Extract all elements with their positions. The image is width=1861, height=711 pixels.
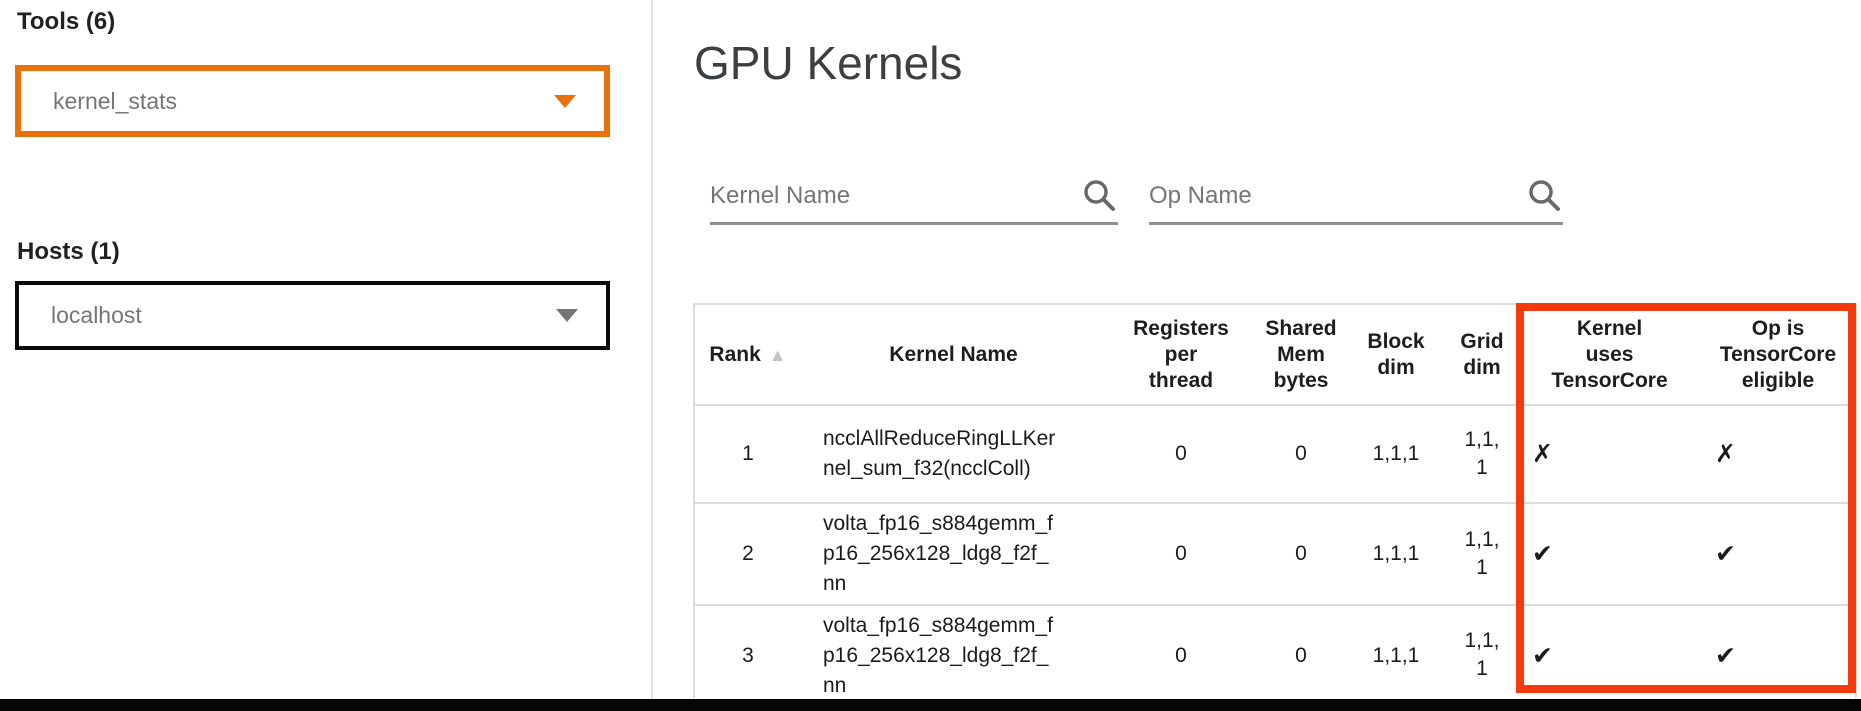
- registers-per-thread-cell: 0: [1106, 503, 1256, 605]
- page-title: GPU Kernels: [694, 36, 962, 90]
- kernel-name-filter-input[interactable]: [710, 182, 1072, 210]
- table-row: 1 ncclAllReduceRingLLKernel_sum_f32(nccl…: [694, 405, 1856, 503]
- sidebar-divider: [651, 0, 653, 699]
- hosts-label: Hosts (1): [17, 238, 120, 266]
- column-header-label: Kernel Name: [889, 342, 1017, 368]
- kernel-name-text: volta_fp16_s884gemm_fp16_256x128_ldg8_f2…: [823, 509, 1056, 599]
- column-header-label: Shared Mem bytes: [1261, 316, 1341, 394]
- column-header-kernel-name[interactable]: Kernel Name: [801, 304, 1106, 405]
- search-icon: [1080, 177, 1118, 215]
- dropdown-caret-icon: [554, 95, 576, 108]
- table-row: 2 volta_fp16_s884gemm_fp16_256x128_ldg8_…: [694, 503, 1856, 605]
- shared-mem-bytes-cell: 0: [1256, 605, 1346, 698]
- tools-label: Tools (6): [17, 8, 115, 36]
- column-header-label: Registers per thread: [1131, 316, 1231, 394]
- column-header-label: Kernel uses TensorCore: [1551, 316, 1669, 394]
- column-header-registers-per-thread[interactable]: Registers per thread: [1106, 304, 1256, 405]
- grid-dim-cell: 1,1,1: [1446, 503, 1518, 605]
- gpu-kernels-table: Rank ▲ Kernel Name Registers per thread S…: [693, 303, 1857, 698]
- rank-cell: 1: [694, 405, 801, 503]
- sort-ascending-icon: ▲: [769, 345, 787, 365]
- column-header-kernel-uses-tensorcore[interactable]: Kernel uses TensorCore: [1518, 304, 1701, 405]
- registers-per-thread-cell: 0: [1106, 605, 1256, 698]
- search-icon: [1525, 177, 1563, 215]
- hosts-dropdown-value: localhost: [51, 302, 142, 329]
- tools-dropdown[interactable]: kernel_stats: [15, 65, 610, 137]
- column-header-block-dim[interactable]: Block dim: [1346, 304, 1446, 405]
- kernel-name-cell: volta_fp16_s884gemm_fp16_256x128_ldg8_f2…: [801, 605, 1106, 698]
- op-is-tensorcore-eligible-cell: ✔: [1701, 605, 1856, 698]
- tools-dropdown-value: kernel_stats: [53, 88, 177, 115]
- rank-cell: 3: [694, 605, 801, 698]
- column-header-label: Rank: [709, 342, 760, 368]
- grid-dim-text: 1,1,1: [1462, 627, 1502, 683]
- op-name-filter-input[interactable]: [1149, 182, 1517, 210]
- bottom-bar: [0, 699, 1861, 711]
- rank-cell: 2: [694, 503, 801, 605]
- kernel-uses-tensorcore-cell: ✔: [1518, 503, 1701, 605]
- column-header-rank[interactable]: Rank ▲: [694, 304, 801, 405]
- shared-mem-bytes-cell: 0: [1256, 405, 1346, 503]
- op-is-tensorcore-eligible-cell: ✔: [1701, 503, 1856, 605]
- kernel-name-cell: ncclAllReduceRingLLKernel_sum_f32(ncclCo…: [801, 405, 1106, 503]
- grid-dim-text: 1,1,1: [1462, 526, 1502, 582]
- block-dim-cell: 1,1,1: [1346, 605, 1446, 698]
- kernel-name-filter[interactable]: [710, 170, 1118, 225]
- shared-mem-bytes-cell: 0: [1256, 503, 1346, 605]
- kernel-name-text: ncclAllReduceRingLLKernel_sum_f32(ncclCo…: [823, 424, 1056, 484]
- op-name-filter[interactable]: [1149, 170, 1563, 225]
- block-dim-cell: 1,1,1: [1346, 503, 1446, 605]
- column-header-grid-dim[interactable]: Grid dim: [1446, 304, 1518, 405]
- kernel-uses-tensorcore-cell: ✗: [1518, 405, 1701, 503]
- dropdown-caret-icon: [556, 309, 578, 322]
- hosts-dropdown[interactable]: localhost: [15, 281, 610, 350]
- grid-dim-cell: 1,1,1: [1446, 405, 1518, 503]
- column-header-label: Op is TensorCore eligible: [1719, 316, 1837, 394]
- column-header-label: Grid dim: [1457, 329, 1507, 381]
- table-header-row: Rank ▲ Kernel Name Registers per thread S…: [694, 304, 1856, 405]
- column-header-op-is-tensorcore-eligible[interactable]: Op is TensorCore eligible: [1701, 304, 1856, 405]
- kernel-name-cell: volta_fp16_s884gemm_fp16_256x128_ldg8_f2…: [801, 503, 1106, 605]
- grid-dim-text: 1,1,1: [1462, 426, 1502, 482]
- grid-dim-cell: 1,1,1: [1446, 605, 1518, 698]
- kernel-name-text: volta_fp16_s884gemm_fp16_256x128_ldg8_f2…: [823, 611, 1056, 699]
- block-dim-cell: 1,1,1: [1346, 405, 1446, 503]
- table-row: 3 volta_fp16_s884gemm_fp16_256x128_ldg8_…: [694, 605, 1856, 698]
- column-header-label: Block dim: [1366, 329, 1426, 381]
- op-is-tensorcore-eligible-cell: ✗: [1701, 405, 1856, 503]
- column-header-shared-mem-bytes[interactable]: Shared Mem bytes: [1256, 304, 1346, 405]
- registers-per-thread-cell: 0: [1106, 405, 1256, 503]
- kernel-uses-tensorcore-cell: ✔: [1518, 605, 1701, 698]
